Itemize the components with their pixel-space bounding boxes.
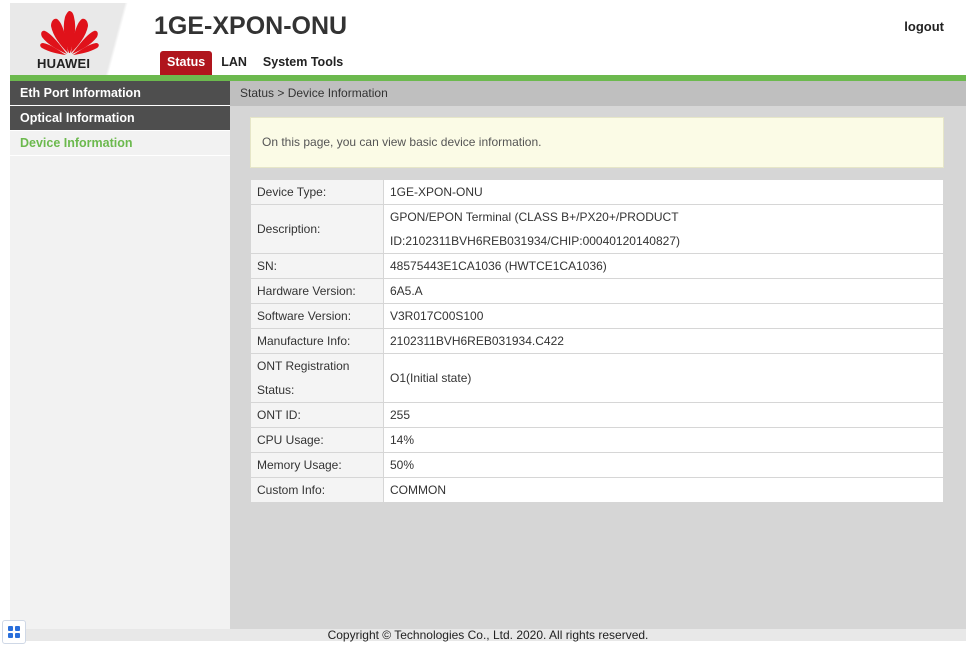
header: HUAWEI 1GE-XPON-ONU logout Status LAN Sy… (10, 3, 966, 75)
row-value: 50% (383, 452, 944, 478)
row-value: V3R017C00S100 (383, 303, 944, 329)
row-value: GPON/EPON Terminal (CLASS B+/PX20+/PRODU… (383, 204, 944, 254)
row-value-line: ID:2102311BVH6REB031934/CHIP:00040120140… (390, 234, 680, 248)
row-key: Manufacture Info: (250, 328, 384, 354)
tab-status[interactable]: Status (160, 51, 213, 75)
main-nav-tabs: Status LAN System Tools (160, 51, 352, 75)
brand-logo-text: HUAWEI (37, 56, 91, 71)
table-row: Memory Usage: 50% (250, 452, 944, 478)
row-key: Description: (250, 204, 384, 254)
row-key-line: Status: (257, 383, 295, 397)
brand-logo: HUAWEI (10, 3, 150, 75)
footer: Copyright © Technologies Co., Ltd. 2020.… (10, 628, 966, 642)
row-value: 48575443E1CA1036 (HWTCE1CA1036) (383, 253, 944, 279)
sidebar: Eth Port Information Optical Information… (10, 81, 230, 629)
row-key: Device Type: (250, 179, 384, 205)
copyright-text: Copyright © Technologies Co., Ltd. 2020.… (327, 628, 649, 642)
sidebar-item-device-information[interactable]: Device Information (10, 131, 230, 156)
row-value: 6A5.A (383, 278, 944, 304)
main-content: Status > Device Information On this page… (230, 81, 966, 629)
row-key: CPU Usage: (250, 427, 384, 453)
table-row: SN: 48575443E1CA1036 (HWTCE1CA1036) (250, 253, 944, 279)
page-description: On this page, you can view basic device … (250, 117, 944, 168)
row-value-line: GPON/EPON Terminal (CLASS B+/PX20+/PRODU… (390, 210, 679, 224)
tab-system-tools[interactable]: System Tools (256, 51, 350, 75)
huawei-petals-icon (40, 11, 99, 55)
table-row: ONT ID: 255 (250, 402, 944, 428)
app-frame: HUAWEI 1GE-XPON-ONU logout Status LAN Sy… (10, 3, 966, 642)
breadcrumb: Status > Device Information (230, 81, 966, 106)
table-row: ONT Registration Status: O1(Initial stat… (250, 353, 944, 403)
device-info-table: Device Type: 1GE-XPON-ONU Description: G… (250, 179, 944, 503)
row-value: O1(Initial state) (383, 353, 944, 403)
tab-lan[interactable]: LAN (214, 51, 254, 75)
table-row: Device Type: 1GE-XPON-ONU (250, 179, 944, 205)
sidebar-item-eth-port-information[interactable]: Eth Port Information (10, 81, 230, 106)
grid-icon[interactable] (2, 620, 26, 644)
logout-link[interactable]: logout (904, 19, 944, 34)
table-row: Manufacture Info: 2102311BVH6REB031934.C… (250, 328, 944, 354)
device-title: 1GE-XPON-ONU (154, 12, 348, 40)
row-key-line: ONT Registration (257, 359, 350, 373)
row-key: Hardware Version: (250, 278, 384, 304)
table-row: CPU Usage: 14% (250, 427, 944, 453)
row-key: SN: (250, 253, 384, 279)
sidebar-item-optical-information[interactable]: Optical Information (10, 106, 230, 131)
row-value: 2102311BVH6REB031934.C422 (383, 328, 944, 354)
row-key: ONT Registration Status: (250, 353, 384, 403)
row-key: Custom Info: (250, 477, 384, 503)
table-row: Hardware Version: 6A5.A (250, 278, 944, 304)
row-key: ONT ID: (250, 402, 384, 428)
row-key: Memory Usage: (250, 452, 384, 478)
table-row: Software Version: V3R017C00S100 (250, 303, 944, 329)
row-value: 14% (383, 427, 944, 453)
row-value: COMMON (383, 477, 944, 503)
row-key: Software Version: (250, 303, 384, 329)
row-value: 1GE-XPON-ONU (383, 179, 944, 205)
table-row: Description: GPON/EPON Terminal (CLASS B… (250, 204, 944, 254)
row-value: 255 (383, 402, 944, 428)
table-row: Custom Info: COMMON (250, 477, 944, 503)
